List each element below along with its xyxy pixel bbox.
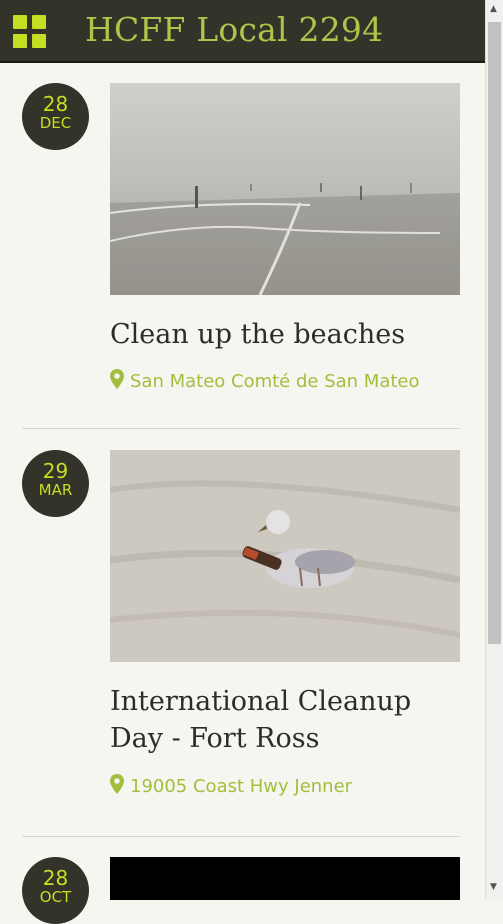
date-badge: 28 OCT xyxy=(22,857,89,924)
scrollbar[interactable]: ▲ ▼ xyxy=(485,0,503,900)
event-photo[interactable] xyxy=(110,857,460,900)
scroll-down-arrow-icon[interactable]: ▼ xyxy=(490,882,497,892)
scroll-up-arrow-icon[interactable]: ▲ xyxy=(490,4,497,14)
event-card[interactable]: 28 OCT xyxy=(0,0,485,924)
scroll-thumb[interactable] xyxy=(488,22,501,644)
